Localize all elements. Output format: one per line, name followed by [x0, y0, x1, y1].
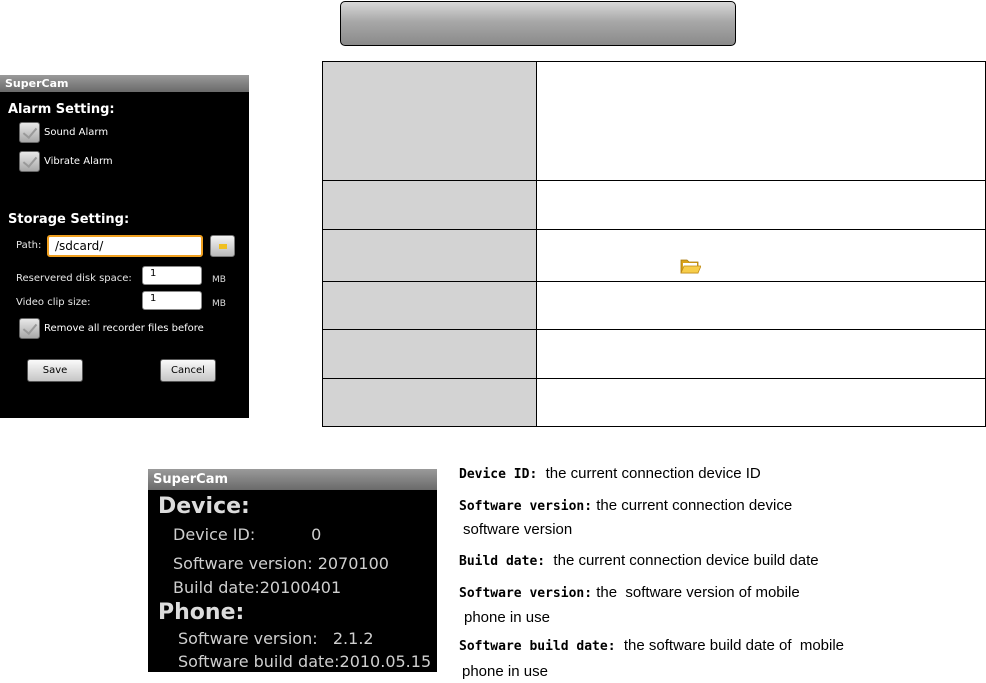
desc-term: Software version: — [459, 586, 593, 601]
device-build-line: Build date:20100401 — [173, 578, 342, 597]
desc-term: Software build date: — [459, 639, 616, 654]
path-label: Path: — [16, 240, 42, 251]
table-label-cell — [322, 281, 537, 330]
settings-titlebar: SuperCam — [0, 75, 249, 92]
desc-term: Software version: — [459, 499, 593, 514]
desc-device-software: Software version: the current connection… — [459, 497, 792, 516]
cancel-button[interactable]: Cancel — [160, 359, 216, 382]
desc-text: the current connection device — [592, 497, 793, 514]
browse-folder-button[interactable] — [210, 235, 235, 257]
vibrate-alarm-label: Vibrate Alarm — [44, 156, 113, 167]
vibrate-alarm-row[interactable]: Vibrate Alarm — [19, 151, 113, 172]
desc-text: the software build date of mobile — [615, 637, 845, 654]
path-input[interactable]: /sdcard/ — [47, 235, 203, 257]
table-value-cell — [536, 378, 986, 427]
alarm-setting-heading: Alarm Setting: — [8, 102, 115, 117]
table-value-cell — [536, 180, 986, 230]
desc-phone-software: Software version: the software version o… — [459, 584, 800, 603]
about-titlebar: SuperCam — [148, 469, 437, 490]
table-label-cell — [322, 229, 537, 282]
table-value-cell — [536, 61, 986, 181]
reserved-space-label: Reservered disk space: — [16, 273, 132, 284]
desc-continuation: phone in use — [464, 609, 550, 626]
desc-phone-build-date: Software build date: the software build … — [459, 637, 844, 656]
phone-software-line: Software version: 2.1.2 — [178, 629, 374, 648]
desc-device-id: Device ID: the current connection device… — [459, 465, 761, 484]
desc-term: Build date: — [459, 554, 546, 569]
table-value-cell — [536, 329, 986, 379]
desc-continuation: software version — [463, 521, 573, 538]
table-row — [322, 378, 986, 427]
storage-setting-heading: Storage Setting: — [8, 212, 130, 227]
clip-size-input[interactable]: 1 — [142, 291, 202, 310]
desc-build-date: Build date: the current connection devic… — [459, 552, 819, 571]
vibrate-alarm-checkbox[interactable] — [19, 151, 40, 172]
desc-continuation: phone in use — [462, 663, 548, 680]
clip-size-label: Video clip size: — [16, 297, 91, 308]
sound-alarm-checkbox[interactable] — [19, 122, 40, 143]
table-row — [322, 329, 986, 379]
reserved-space-unit: MB — [212, 275, 226, 285]
desc-text: the software version of mobile — [592, 584, 800, 601]
header-banner — [340, 1, 736, 46]
table-value-cell — [536, 281, 986, 330]
desc-term: Device ID: — [459, 467, 538, 482]
table-row — [322, 180, 986, 230]
device-id-line: Device ID: 0 — [173, 525, 322, 544]
remove-files-label: Remove all recorder files before — [44, 323, 204, 334]
folder-icon — [219, 244, 227, 249]
phone-heading: Phone: — [158, 600, 245, 625]
device-heading: Device: — [158, 494, 250, 519]
reserved-space-input[interactable]: 1 — [142, 266, 202, 285]
device-software-line: Software version: 2070100 — [173, 554, 389, 573]
phone-build-line: Software build date:2010.05.15 — [178, 652, 432, 671]
remove-files-checkbox[interactable] — [19, 318, 40, 339]
desc-text: the current connection device build date — [545, 552, 819, 569]
sound-alarm-label: Sound Alarm — [44, 127, 109, 138]
desc-text: the current connection device ID — [537, 465, 761, 482]
remove-files-row[interactable]: Remove all recorder files before — [19, 318, 204, 339]
table-label-cell — [322, 378, 537, 427]
table-label-cell — [322, 61, 537, 181]
table-row — [322, 281, 986, 330]
table-row — [322, 61, 986, 181]
settings-screenshot: SuperCam Alarm Setting: Sound Alarm Vibr… — [0, 75, 249, 418]
table-row — [322, 229, 986, 282]
table-label-cell — [322, 180, 537, 230]
about-screenshot: SuperCam Device: Device ID: 0 Software v… — [148, 469, 437, 672]
clip-size-unit: MB — [212, 299, 226, 309]
table-value-cell — [536, 229, 986, 282]
table-label-cell — [322, 329, 537, 379]
folder-icon — [680, 259, 701, 274]
save-button[interactable]: Save — [27, 359, 83, 382]
sound-alarm-row[interactable]: Sound Alarm — [19, 122, 108, 143]
settings-description-table — [322, 61, 986, 427]
